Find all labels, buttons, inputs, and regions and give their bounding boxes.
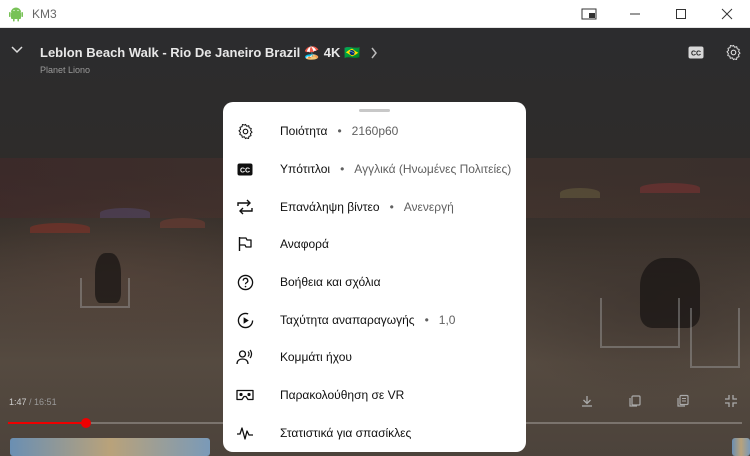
menu-item-value: Ανενεργή — [403, 200, 454, 214]
beach-chair — [600, 298, 680, 348]
separator-dot: • — [424, 313, 429, 327]
audio-track-icon — [236, 348, 254, 366]
exit-fullscreen-icon[interactable] — [724, 394, 738, 408]
help-icon — [236, 273, 254, 291]
time-separator: / — [26, 397, 35, 407]
channel-name[interactable]: Planet Liono — [40, 65, 90, 75]
gear-icon — [236, 122, 254, 140]
menu-item-label: Στατιστικά για σπασίκλες — [280, 426, 412, 440]
close-icon — [721, 8, 733, 20]
beach-umbrella — [160, 218, 205, 228]
maximize-button[interactable] — [658, 0, 704, 28]
menu-item-watch-vr[interactable]: Παρακολούθηση σε VR — [223, 377, 526, 413]
menu-item-label: Αναφορά — [280, 237, 329, 251]
related-video-thumbnail[interactable] — [10, 438, 210, 456]
vr-headset-icon — [236, 386, 254, 404]
window-title: KM3 — [32, 6, 57, 21]
separator-dot: • — [389, 200, 394, 214]
closed-captions-icon: CC — [236, 160, 254, 178]
chevron-down-icon[interactable] — [11, 45, 23, 55]
menu-item-label: Ποιότητα — [280, 124, 328, 138]
closed-captions-icon[interactable]: CC — [688, 46, 704, 59]
menu-item-label: Επανάληψη βίντεο — [280, 200, 380, 214]
beach-umbrella — [560, 188, 600, 198]
picture-in-picture-button[interactable] — [566, 0, 612, 28]
window-titlebar: KM3 — [0, 0, 750, 28]
menu-item-label: Ταχύτητα αναπαραγωγής — [280, 313, 415, 327]
minimize-button[interactable] — [612, 0, 658, 28]
progress-scrubber[interactable] — [80, 418, 91, 428]
picture-in-picture-icon — [581, 8, 597, 20]
android-app-icon — [6, 4, 26, 24]
beach-chair — [690, 308, 740, 368]
stats-icon — [236, 424, 254, 442]
beach-chair — [80, 278, 130, 308]
menu-item-value: Αγγλικά (Ηνωμένες Πολιτείες) — [354, 162, 512, 176]
playback-speed-icon — [236, 311, 254, 329]
chevron-right-icon[interactable] — [370, 47, 378, 59]
playlist-icon[interactable] — [676, 394, 690, 408]
menu-item-label: Υπότιτλοι — [280, 162, 331, 176]
video-title: Leblon Beach Walk - Rio De Janeiro Brazi… — [40, 45, 361, 60]
sheet-drag-handle[interactable] — [359, 109, 390, 112]
minimize-icon — [630, 13, 640, 15]
menu-item-audio-track[interactable]: Κομμάτι ήχου — [223, 339, 526, 375]
progress-played — [8, 422, 86, 424]
menu-item-subtitles[interactable]: CC Υπότιτλοι • Αγγλικά (Ηνωμένες Πολιτεί… — [223, 151, 526, 187]
menu-item-help-feedback[interactable]: Βοήθεια και σχόλια — [223, 264, 526, 300]
svg-text:CC: CC — [691, 51, 701, 58]
close-button[interactable] — [704, 0, 750, 28]
menu-item-stats-for-nerds[interactable]: Στατιστικά για σπασίκλες — [223, 415, 526, 451]
menu-item-label: Κομμάτι ήχου — [280, 350, 352, 364]
copy-icon[interactable] — [628, 394, 642, 408]
gear-icon[interactable] — [725, 44, 742, 61]
beach-umbrella — [640, 183, 700, 193]
menu-item-value: 1,0 — [438, 313, 456, 327]
current-time: 1:47 — [9, 397, 27, 407]
svg-text:CC: CC — [240, 167, 250, 174]
menu-item-loop-video[interactable]: Επανάληψη βίντεο • Ανενεργή — [223, 189, 526, 225]
duration: 16:51 — [34, 397, 57, 407]
separator-dot: • — [340, 162, 345, 176]
menu-item-quality[interactable]: Ποιότητα • 2160p60 — [223, 113, 526, 149]
download-icon[interactable] — [580, 394, 594, 408]
separator-dot: • — [337, 124, 342, 138]
flag-icon — [236, 235, 254, 253]
beach-umbrella — [30, 223, 90, 233]
menu-item-playback-speed[interactable]: Ταχύτητα αναπαραγωγής • 1,0 — [223, 302, 526, 338]
menu-item-report[interactable]: Αναφορά — [223, 226, 526, 262]
settings-sheet: Ποιότητα • 2160p60 CC Υπότιτλοι • Αγγλικ… — [223, 102, 526, 452]
maximize-icon — [676, 9, 686, 19]
related-video-thumbnail[interactable] — [732, 438, 750, 456]
menu-item-value: 2160p60 — [351, 124, 399, 138]
repeat-icon — [236, 198, 254, 216]
time-display: 1:47 / 16:51 — [9, 397, 57, 407]
menu-item-label: Παρακολούθηση σε VR — [280, 388, 405, 402]
beach-umbrella — [100, 208, 150, 218]
menu-item-label: Βοήθεια και σχόλια — [280, 275, 381, 289]
